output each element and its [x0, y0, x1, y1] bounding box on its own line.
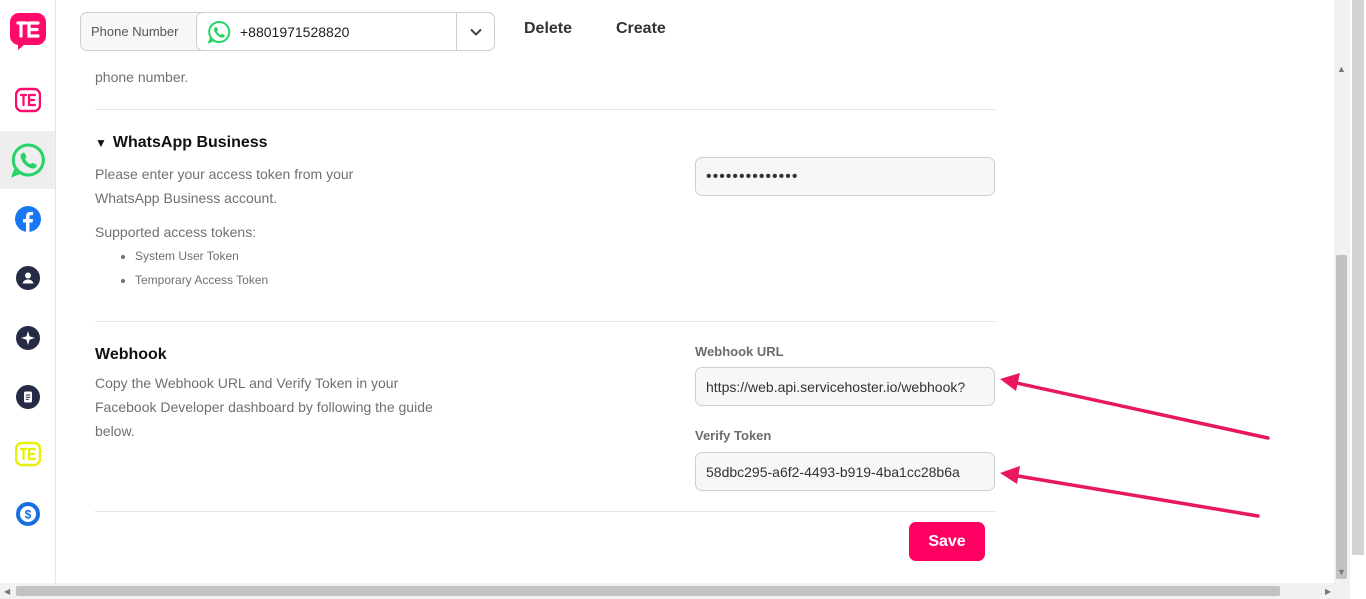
brand-alt-icon [14, 441, 41, 467]
access-token-input[interactable]: •••••••••••••• [695, 157, 995, 196]
supported-tokens-list: System User Token Temporary Access Token [117, 244, 268, 292]
webhook-description-line-3: below. [95, 423, 135, 439]
delete-button[interactable]: Delete [524, 20, 572, 38]
list-item: System User Token [135, 244, 268, 268]
whatsapp-business-description-line-2: WhatsApp Business account. [95, 190, 278, 206]
phone-number-group: Phone Number +8801971528820 [80, 12, 495, 51]
phone-number-label: Phone Number [91, 24, 179, 39]
whatsapp-business-title: WhatsApp Business [112, 134, 268, 151]
webhook-url-label: Webhook URL [695, 344, 784, 359]
webhook-description-line-2: Facebook Developer dashboard by followin… [95, 399, 433, 415]
svg-text:$: $ [24, 508, 31, 522]
sidebar: $ [0, 0, 56, 583]
sidebar-item-documents[interactable] [0, 368, 55, 426]
sidebar-item-facebook[interactable] [0, 190, 55, 248]
brand-icon [14, 87, 41, 113]
brand-logo[interactable] [0, 2, 55, 60]
verify-token-label: Verify Token [695, 428, 772, 443]
brand-logo-icon [9, 13, 46, 50]
chevron-down-icon [470, 28, 481, 35]
phone-number-value: +8801971528820 [240, 23, 350, 40]
save-button[interactable]: Save [909, 522, 985, 561]
dollar-icon: $ [15, 502, 40, 526]
facebook-icon [14, 206, 41, 232]
webhook-url-field[interactable]: https://web.api.servicehoster.io/webhook… [695, 367, 995, 406]
phone-number-select[interactable]: +8801971528820 [196, 12, 495, 51]
sparkle-icon [15, 326, 40, 350]
section-divider [95, 109, 995, 110]
whatsapp-icon [207, 20, 231, 44]
triangle-down-icon: ▼ [95, 136, 107, 150]
verify-token-field[interactable]: 58dbc295-a6f2-4493-b919-4ba1cc28b6a [695, 452, 995, 491]
sidebar-item-brand-alt[interactable] [0, 425, 55, 483]
contact-icon [15, 266, 40, 290]
annotation-arrows [1000, 373, 1270, 518]
section-divider [95, 321, 995, 322]
section-divider [95, 511, 995, 512]
webhook-description-line-1: Copy the Webhook URL and Verify Token in… [95, 375, 399, 391]
outer-scrollbar[interactable] [1350, 0, 1366, 599]
outer-scrollbar-thumb[interactable] [1352, 0, 1364, 555]
scroll-left-icon[interactable]: ◀ [4, 587, 10, 596]
sidebar-item-whatsapp[interactable] [0, 131, 55, 189]
scroll-down-icon[interactable]: ▼ [1337, 567, 1346, 577]
vertical-scrollbar-thumb[interactable] [1336, 255, 1347, 579]
phone-section-description: phone number. [95, 69, 189, 85]
whatsapp-icon [10, 143, 45, 178]
document-icon [15, 385, 40, 409]
sidebar-item-brand[interactable] [0, 71, 55, 129]
top-bar: Phone Number +8801971528820 Delete Creat… [56, 0, 1334, 62]
list-item: Temporary Access Token [135, 268, 268, 292]
scroll-up-icon[interactable]: ▲ [1337, 64, 1346, 74]
horizontal-scrollbar-thumb[interactable] [16, 586, 1280, 596]
scroll-right-icon[interactable]: ▶ [1325, 587, 1331, 596]
annotation-arrow-verify-token [1000, 466, 1260, 518]
sidebar-item-billing[interactable]: $ [0, 485, 55, 543]
whatsapp-business-description-line-1: Please enter your access token from your [95, 166, 354, 182]
webhook-title: Webhook [95, 346, 167, 363]
create-button[interactable]: Create [616, 20, 666, 38]
sidebar-item-contacts[interactable] [0, 249, 55, 307]
phone-number-dropdown-toggle[interactable] [456, 13, 494, 50]
sidebar-item-ai[interactable] [0, 309, 55, 367]
supported-tokens-label: Supported access tokens: [95, 224, 257, 240]
whatsapp-business-header[interactable]: ▼ WhatsApp Business [95, 134, 268, 152]
annotation-arrow-webhook-url [1000, 373, 1270, 440]
